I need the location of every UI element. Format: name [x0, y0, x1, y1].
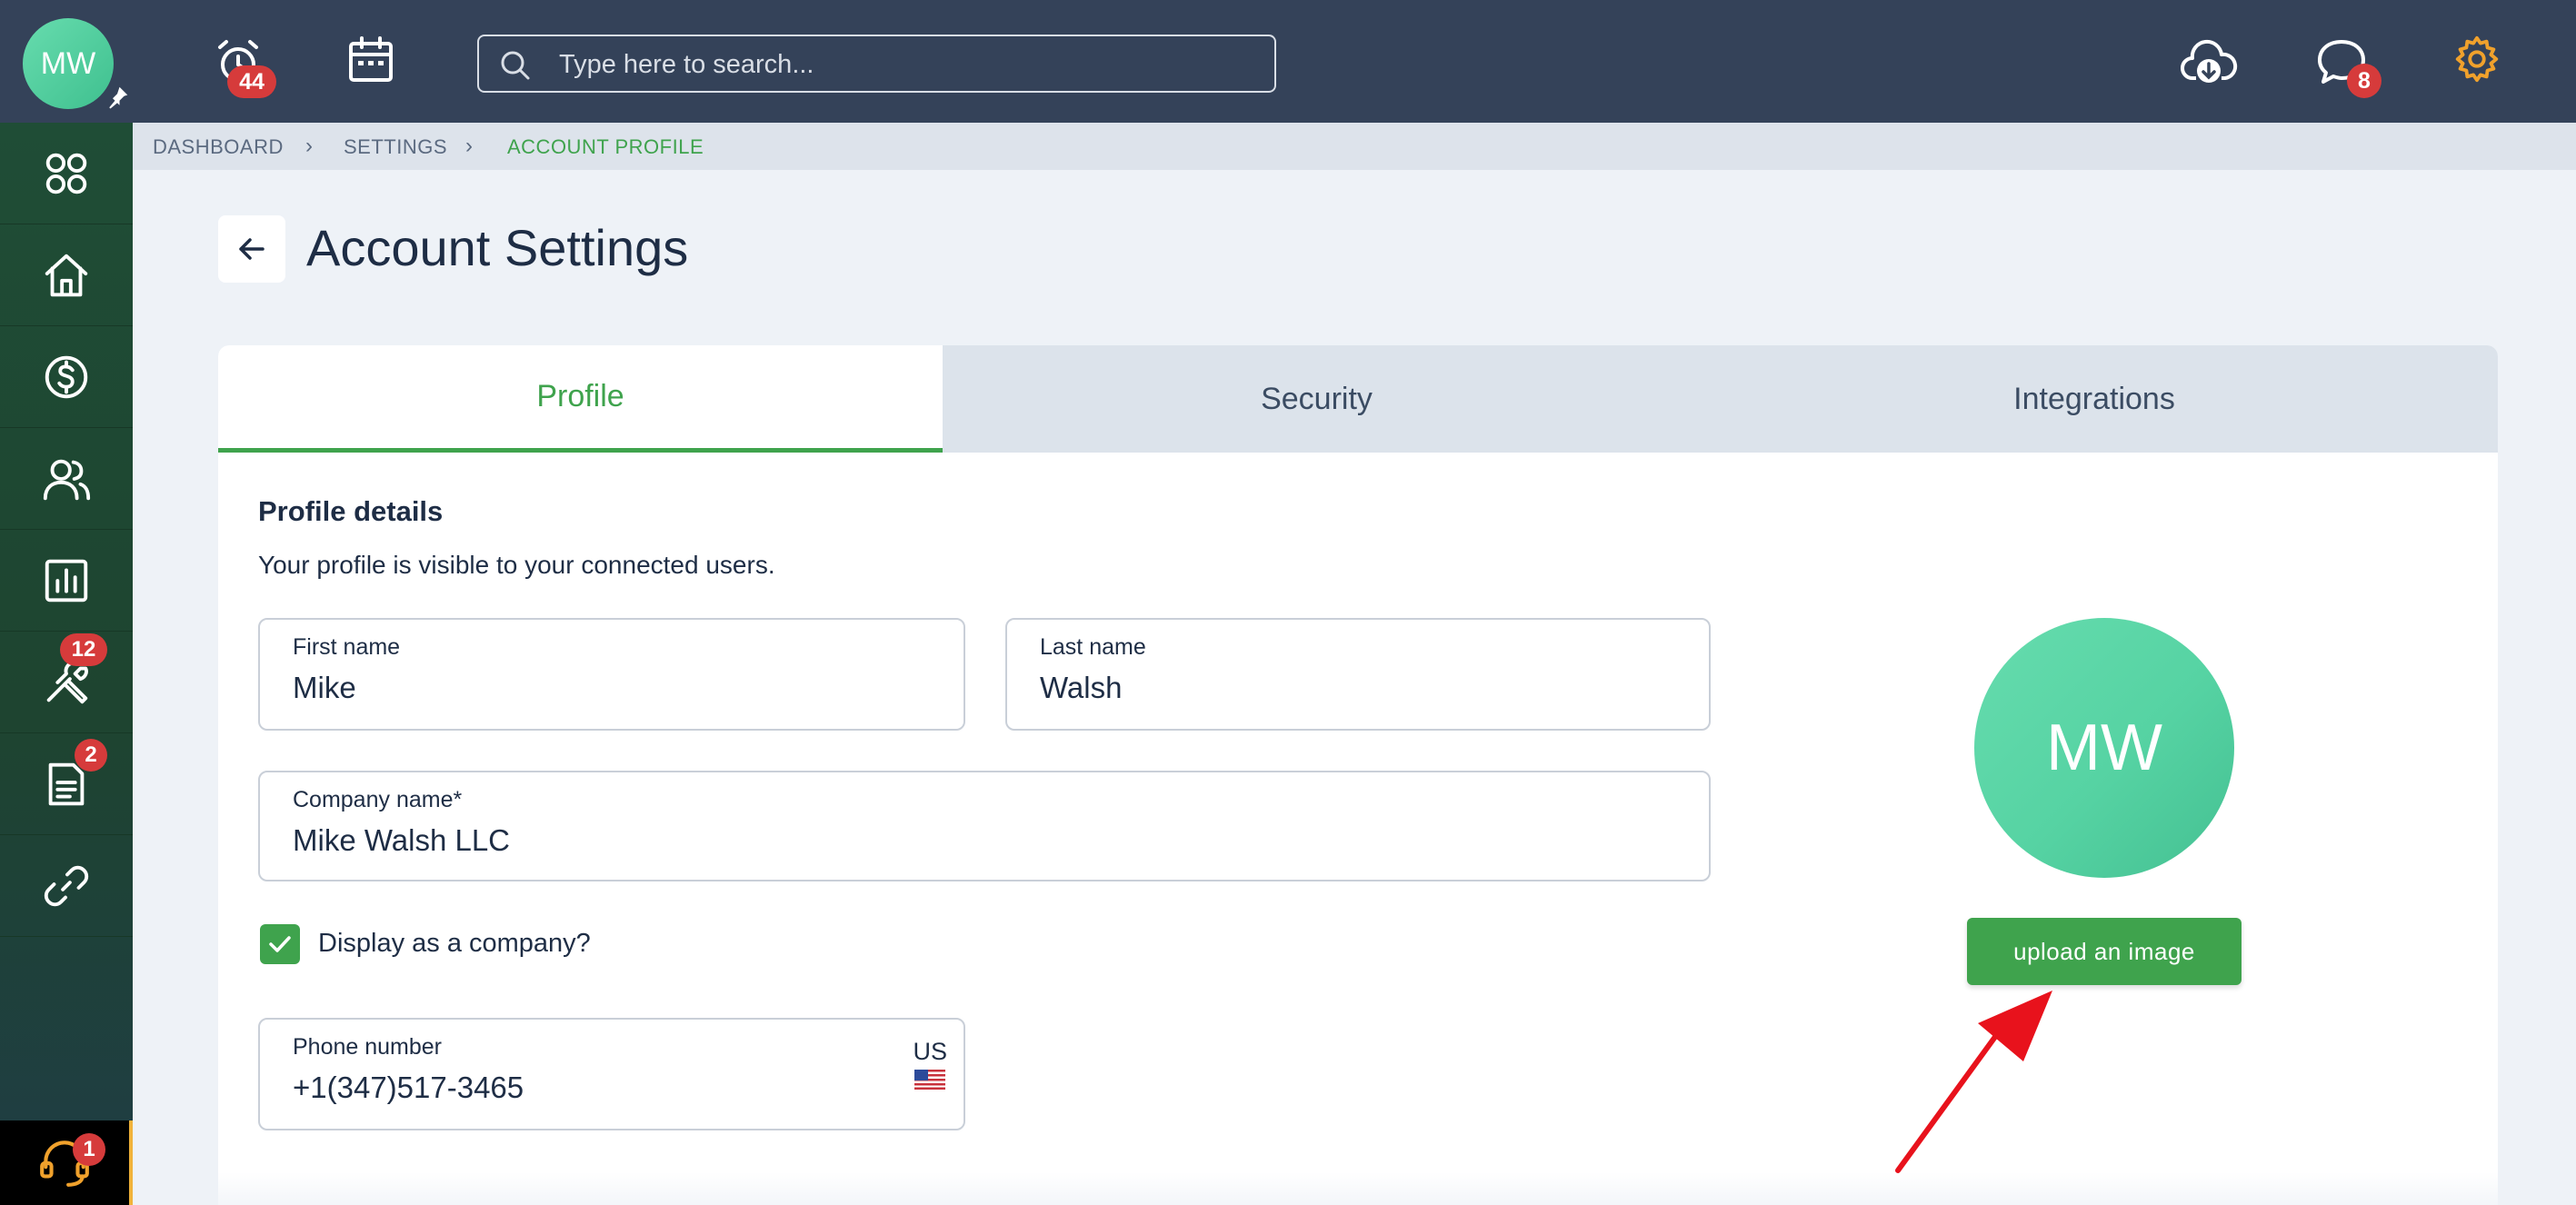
section-title: Profile details — [258, 495, 444, 527]
display-as-company-checkbox[interactable] — [260, 924, 300, 964]
first-name-label: First name — [293, 634, 401, 660]
breadcrumb-separator: › — [465, 134, 473, 158]
phone-number-input[interactable] — [293, 1071, 715, 1105]
apps-grid-icon — [45, 153, 87, 194]
pin-icon[interactable] — [104, 84, 131, 111]
phone-number-label: Phone number — [293, 1034, 443, 1060]
search-input[interactable] — [559, 45, 1250, 84]
section-subtitle: Your profile is visible to your connecte… — [258, 551, 775, 579]
first-name-input[interactable] — [293, 671, 856, 705]
link-icon — [44, 865, 89, 906]
breadcrumb-account-profile: ACCOUNT PROFILE — [507, 135, 704, 158]
messages-badge: 8 — [2347, 64, 2381, 98]
tab-profile[interactable]: Profile — [218, 345, 943, 453]
display-as-company-label[interactable]: Display as a company? — [318, 929, 591, 959]
arrow-left-icon — [239, 238, 265, 260]
sidebar-item-reports[interactable] — [0, 530, 133, 632]
tools-badge: 12 — [60, 633, 107, 666]
support-button[interactable]: 1 — [0, 1120, 133, 1205]
breadcrumb-dashboard[interactable]: DASHBOARD — [153, 135, 284, 159]
upload-image-button[interactable]: upload an image — [1967, 918, 2242, 985]
calendar-icon[interactable] — [344, 33, 398, 87]
sidebar-item-tools[interactable]: 12 — [0, 632, 133, 733]
breadcrumb: DASHBOARD › SETTINGS › ACCOUNT PROFILE — [133, 123, 2576, 170]
last-name-input[interactable] — [1040, 671, 1602, 705]
home-icon — [45, 254, 88, 296]
sidebar-item-contacts[interactable] — [0, 428, 133, 530]
sidebar-item-home[interactable] — [0, 224, 133, 326]
company-name-field[interactable]: Company name* — [258, 771, 1711, 881]
search-icon — [501, 51, 530, 80]
company-name-input[interactable] — [293, 823, 1453, 858]
country-code: US — [913, 1038, 947, 1065]
last-name-field[interactable]: Last name — [1005, 618, 1711, 731]
scroll-fade — [218, 1172, 2498, 1205]
bar-chart-icon — [45, 559, 88, 602]
user-avatar[interactable]: MW — [23, 18, 114, 109]
dollar-icon — [45, 355, 88, 398]
tab-integrations[interactable]: Integrations — [1691, 345, 2498, 453]
last-name-label: Last name — [1040, 634, 1146, 660]
checkmark-icon — [269, 936, 291, 952]
page-title: Account Settings — [306, 219, 689, 276]
gear-icon[interactable] — [2451, 33, 2503, 85]
settings-card: Profile Security Integrations Profile de… — [218, 345, 2498, 1205]
top-bar: MW 44 8 — [0, 0, 2576, 123]
documents-badge: 2 — [75, 739, 107, 772]
us-flag-icon — [914, 1070, 946, 1090]
users-icon — [43, 459, 91, 500]
country-selector[interactable]: US — [913, 1038, 947, 1096]
breadcrumb-settings[interactable]: SETTINGS — [344, 135, 447, 159]
sidebar-item-links[interactable] — [0, 835, 133, 937]
phone-number-field[interactable]: Phone number US — [258, 1018, 965, 1130]
tab-bar: Profile Security Integrations — [218, 345, 2498, 453]
breadcrumb-separator: › — [305, 134, 313, 158]
profile-avatar: MW — [1974, 618, 2234, 878]
alerts-badge: 44 — [227, 65, 276, 98]
sidebar-item-documents[interactable]: 2 — [0, 733, 133, 835]
sidebar-item-apps[interactable] — [0, 123, 133, 224]
tab-security[interactable]: Security — [943, 345, 1691, 453]
back-button[interactable] — [218, 215, 285, 283]
cloud-download-icon[interactable] — [2180, 35, 2238, 93]
sidebar: 12 2 — [0, 123, 133, 1205]
company-name-label: Company name* — [293, 787, 463, 812]
search-box[interactable] — [477, 35, 1276, 93]
sidebar-item-billing[interactable] — [0, 326, 133, 428]
support-badge: 1 — [73, 1133, 105, 1166]
first-name-field[interactable]: First name — [258, 618, 965, 731]
